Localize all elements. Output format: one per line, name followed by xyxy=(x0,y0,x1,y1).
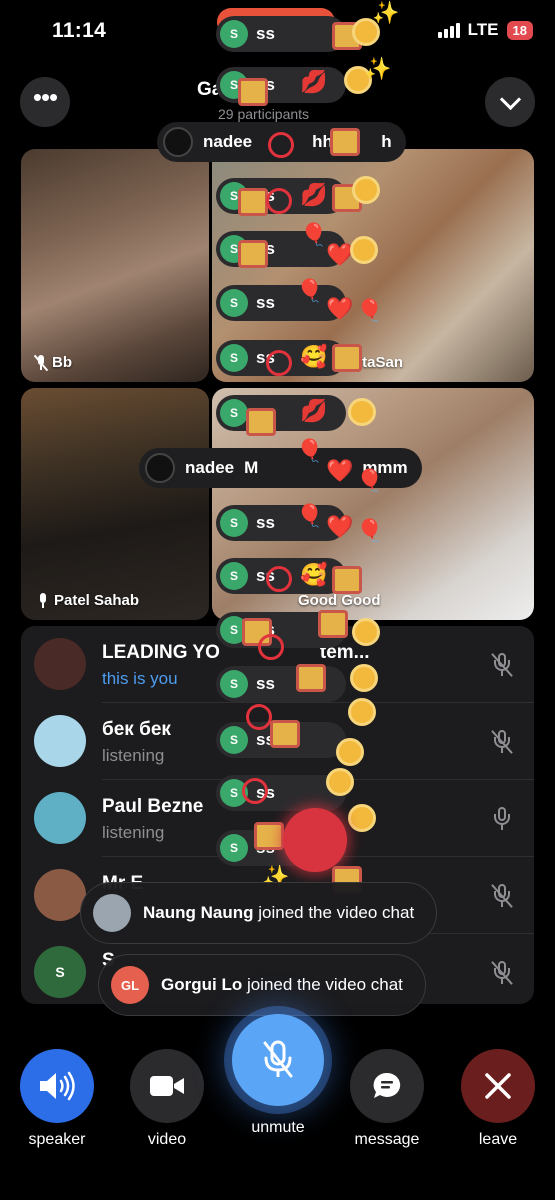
tile-label: Bb xyxy=(33,354,72,372)
avatar xyxy=(34,715,86,767)
participant-row[interactable]: Paul Bezne listening xyxy=(21,780,534,857)
participant-status: listening xyxy=(102,823,165,842)
message-label: message xyxy=(354,1131,420,1148)
close-icon xyxy=(485,1073,511,1099)
participant-row[interactable]: LEADING YO tem... this is you xyxy=(21,626,534,703)
reaction-text: ss xyxy=(256,75,275,94)
join-toast[interactable]: GL Gorgui Lo joined the video chat xyxy=(98,954,426,1016)
video-label: video xyxy=(147,1131,187,1148)
participant-name: бек бек xyxy=(102,719,171,740)
toast-text: Naung Naung joined the video chat xyxy=(143,903,415,922)
signal-icon xyxy=(437,22,460,38)
avatar: GL xyxy=(111,966,149,1004)
toast-text: Gorgui Lo joined the video chat xyxy=(161,975,403,994)
speaker-button[interactable] xyxy=(20,1049,94,1123)
leave-control[interactable]: leave xyxy=(461,1049,535,1149)
bolt-icon: ⚡ xyxy=(227,13,238,30)
speaker-control[interactable]: speaker xyxy=(20,1049,94,1149)
tile-name: Good Good xyxy=(298,592,381,609)
participants-list[interactable]: LEADING YO tem... this is you бек бек lis… xyxy=(21,626,534,1004)
tile-label: Patel Sahab xyxy=(37,592,139,609)
kiss-icon: 💋 xyxy=(300,69,328,94)
message-bubble-icon xyxy=(373,1072,401,1098)
more-button[interactable]: ••• xyxy=(20,77,70,127)
video-tile[interactable]: Patel Sahab xyxy=(21,388,209,620)
speaker-label: speaker xyxy=(28,1131,86,1148)
chat-title: Ga xyxy=(197,79,223,100)
video-tile[interactable]: ltaSan xyxy=(212,149,534,382)
tile-name: ltaSan xyxy=(358,354,404,371)
mic-muted-icon[interactable] xyxy=(490,883,514,909)
unmute-control[interactable]: unmute xyxy=(232,1014,324,1137)
tile-label: Good Good xyxy=(298,592,380,609)
participants-count: 29 participants xyxy=(218,106,310,122)
mic-icon xyxy=(37,593,48,608)
mic-muted-icon[interactable] xyxy=(490,960,514,986)
mic-muted-icon xyxy=(33,354,49,372)
collapse-button[interactable] xyxy=(485,77,535,127)
unmute-button[interactable] xyxy=(232,1014,324,1106)
unmute-label: unmute xyxy=(251,1119,305,1136)
tile-name: Patel Sahab xyxy=(54,592,140,609)
speaker-icon xyxy=(40,1071,75,1101)
video-button[interactable] xyxy=(130,1049,204,1123)
stamp-sticker-icon xyxy=(238,78,268,106)
message-control[interactable]: message xyxy=(350,1049,424,1149)
video-tile[interactable]: Good Good xyxy=(212,388,534,620)
status-indicators: LTE 18 xyxy=(437,20,533,40)
more-dots-icon: ••• xyxy=(32,82,58,112)
participant-status: listening xyxy=(102,746,165,765)
leave-button[interactable] xyxy=(461,1049,535,1123)
video-tile[interactable]: Bb xyxy=(21,149,209,382)
avatar: S xyxy=(220,71,248,99)
mic-muted-icon xyxy=(263,1040,293,1078)
participant-name: LEADING YO tem... xyxy=(102,642,370,663)
message-button[interactable] xyxy=(350,1049,424,1123)
video-camera-icon xyxy=(150,1076,184,1096)
avatar xyxy=(93,894,131,932)
participant-status: this is you xyxy=(102,669,178,688)
network-label: LTE xyxy=(467,20,499,39)
avatar xyxy=(34,869,86,921)
battery-icon: 18 xyxy=(506,20,533,40)
tile-name: Bb xyxy=(52,354,72,371)
mic-icon[interactable] xyxy=(490,806,514,832)
video-control[interactable]: video xyxy=(130,1049,204,1149)
participant-name: Paul Bezne xyxy=(102,796,204,817)
swiftgram-badge[interactable]: ⚡ SWIFTGRAM xyxy=(217,8,335,36)
leave-label: leave xyxy=(478,1131,518,1148)
tile-label: ltaSan xyxy=(358,354,403,371)
status-time: 11:14 xyxy=(52,19,107,42)
coin-icon xyxy=(344,66,372,94)
join-toast[interactable]: Naung Naung joined the video chat xyxy=(80,882,438,944)
avatar xyxy=(34,638,86,690)
swiftgram-label: SWIFTGRAM xyxy=(242,14,325,30)
reaction-bubble: Sss xyxy=(216,67,346,103)
chevron-down-icon xyxy=(499,88,521,110)
mic-muted-icon[interactable] xyxy=(490,652,514,678)
mic-muted-icon[interactable] xyxy=(490,729,514,755)
participant-row[interactable]: бек бек listening xyxy=(21,703,534,780)
avatar: S xyxy=(34,946,86,998)
avatar xyxy=(34,792,86,844)
